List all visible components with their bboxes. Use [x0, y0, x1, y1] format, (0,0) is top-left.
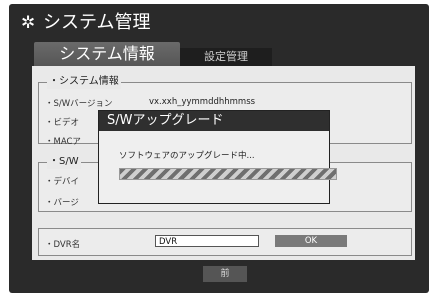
prev-button[interactable]: 前 — [203, 266, 247, 282]
upgrade-progress-bar — [119, 168, 337, 180]
title-bar: ✲ システム管理 — [9, 4, 429, 42]
dvr-name-group: ・DVR名 DVR OK — [38, 228, 412, 256]
dvr-name-label: ・DVR名 — [45, 240, 81, 250]
gear-icon: ✲ — [21, 13, 36, 33]
video-label: ・ビデオ — [45, 118, 80, 128]
tab-settings-management[interactable]: 設定管理 — [180, 48, 272, 66]
sw-version-value: vx.xxh_yymmddhhmmss — [149, 97, 256, 107]
upgrade-progress-fill — [120, 169, 336, 179]
dialog-title: S/Wアップグレード — [99, 111, 329, 131]
device-label: ・デバイ — [45, 177, 80, 187]
ok-button[interactable]: OK — [275, 235, 347, 247]
sw-version-label: ・S/Wバージョン — [45, 99, 113, 109]
dialog-message: ソフトウェアのアップグレード中... — [119, 151, 255, 161]
sw-upgrade-dialog: S/Wアップグレード ソフトウェアのアップグレード中... — [98, 110, 337, 204]
mac-address-label: ・MACア — [45, 137, 81, 147]
tab-system-info[interactable]: システム情報 — [34, 42, 180, 66]
dvr-name-input[interactable]: DVR — [155, 235, 259, 247]
version-label: ・バージ — [45, 198, 79, 208]
system-info-group-title: ・システム情報 — [47, 75, 121, 89]
window-title: システム管理 — [43, 12, 151, 33]
sw-group-title: ・S/W — [47, 155, 81, 169]
